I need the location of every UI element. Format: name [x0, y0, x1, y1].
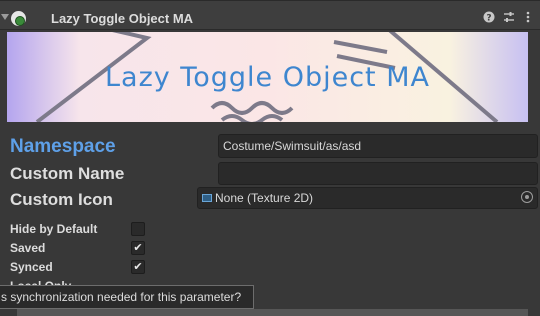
texture-icon: [202, 194, 212, 202]
settings-icon[interactable]: [502, 11, 516, 26]
check-icon: ✔: [133, 260, 143, 273]
check-icon: ✔: [133, 241, 143, 254]
component-header[interactable]: Lazy Toggle Object MA ?: [0, 0, 540, 30]
custom-name-field[interactable]: [218, 162, 538, 185]
svg-text:?: ?: [486, 14, 491, 24]
help-icon[interactable]: ?: [482, 11, 496, 26]
custom-icon-label: Custom Icon: [10, 190, 113, 209]
component-icon: [11, 11, 26, 26]
saved-label: Saved: [10, 241, 46, 255]
namespace-label: Namespace: [10, 136, 116, 157]
foldout-arrow-icon[interactable]: [1, 14, 9, 20]
menu-icon[interactable]: [521, 11, 535, 26]
component-title: Lazy Toggle Object MA: [51, 11, 194, 26]
custom-icon-field[interactable]: None (Texture 2D): [197, 187, 538, 209]
namespace-field[interactable]: Costume/Swimsuit/as/asd: [218, 134, 538, 158]
saved-toggle[interactable]: ✔: [131, 241, 145, 255]
object-picker-icon[interactable]: [521, 191, 533, 203]
synced-label: Synced: [10, 260, 53, 274]
tooltip: s synchronization needed for this parame…: [0, 285, 254, 309]
synced-toggle[interactable]: ✔: [131, 260, 145, 274]
custom-name-label: Custom Name: [10, 164, 125, 183]
banner-image: Lazy Toggle Object MA: [7, 32, 528, 122]
hide-by-default-label: Hide by Default: [10, 222, 98, 236]
banner-title: Lazy Toggle Object MA: [104, 62, 430, 93]
hide-by-default-toggle[interactable]: [131, 222, 145, 236]
bottom-bar: [17, 309, 528, 316]
custom-icon-value: None (Texture 2D): [215, 191, 314, 205]
